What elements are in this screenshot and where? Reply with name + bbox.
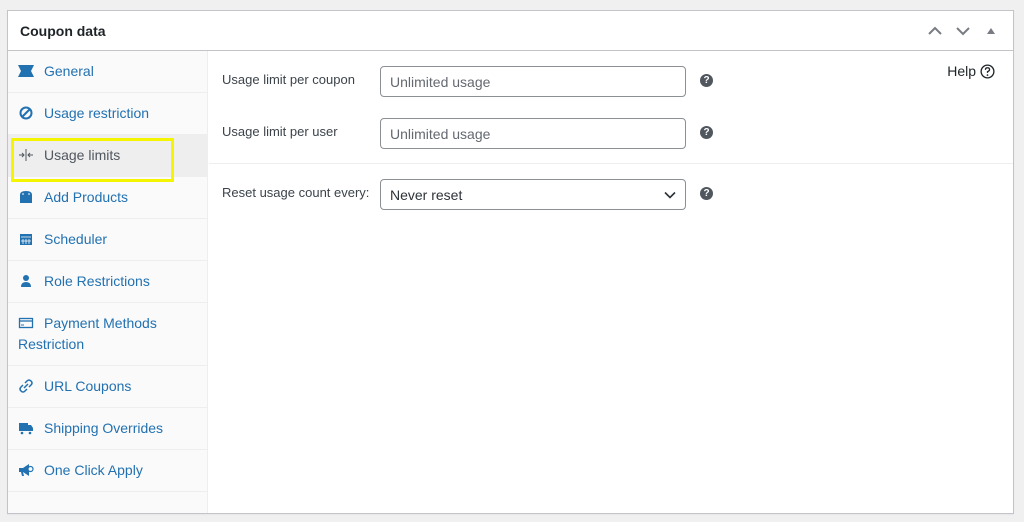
megaphone-icon [19, 464, 34, 476]
sidebar-item-label: Payment Methods Restriction [18, 315, 157, 352]
sidebar-item-usage-restriction[interactable]: Usage restriction [8, 93, 207, 135]
block-icon [19, 106, 33, 120]
usage-limit-per-coupon-row: Usage limit per coupon Unlimited usage ? [222, 66, 713, 97]
usage-limit-per-user-row: Usage limit per user Unlimited usage ? [222, 118, 713, 149]
user-icon [21, 275, 31, 287]
chevron-up-icon [928, 26, 942, 35]
help-link[interactable]: Help [947, 63, 995, 79]
coupon-tabs-sidebar: General Usage restriction Usage limits A… [8, 51, 208, 513]
sidebar-item-shipping-overrides[interactable]: Shipping Overrides [8, 408, 207, 450]
toggle-panel-button[interactable] [977, 17, 1005, 45]
sidebar-item-scheduler[interactable]: Scheduler [8, 219, 207, 261]
sidebar-item-label: Add Products [44, 189, 129, 205]
sidebar-item-label: Role Restrictions [44, 273, 150, 289]
coupon-data-panel: Coupon data General Usage restriction Us… [7, 10, 1014, 514]
sidebar-item-general[interactable]: General [8, 51, 207, 93]
sidebar-item-usage-limits[interactable]: Usage limits [8, 135, 207, 182]
reset-usage-value: Never reset [390, 186, 463, 203]
sidebar-item-role-restrictions[interactable]: Role Restrictions [8, 261, 207, 303]
truck-icon [19, 423, 33, 435]
move-down-button[interactable] [949, 17, 977, 45]
sidebar-item-add-products[interactable]: Add Products [8, 177, 207, 219]
calendar-icon [20, 234, 32, 245]
sidebar-item-one-click-apply[interactable]: One Click Apply [8, 450, 207, 492]
chevron-down-icon [956, 27, 970, 36]
link-icon [19, 379, 33, 393]
section-divider [209, 163, 1013, 164]
ticket-icon [18, 65, 34, 77]
sidebar-item-label: General [44, 63, 94, 79]
panel-header: Coupon data [8, 11, 1013, 51]
usage-limit-per-user-input[interactable]: Unlimited usage [380, 118, 686, 149]
sidebar-item-label: One Click Apply [44, 462, 143, 478]
triangle-up-icon [987, 28, 995, 34]
sidebar-item-url-coupons[interactable]: URL Coupons [8, 366, 207, 408]
help-circle-icon [980, 63, 995, 79]
help-tip-icon[interactable]: ? [700, 187, 713, 200]
credit-card-icon [18, 317, 34, 329]
help-tip-icon[interactable]: ? [700, 126, 713, 139]
usage-limit-per-coupon-label: Usage limit per coupon [222, 72, 355, 87]
usage-limits-panel: Help Usage limit per coupon Unlimited us… [209, 51, 1013, 513]
usage-limit-per-coupon-input[interactable]: Unlimited usage [380, 66, 686, 97]
sidebar-item-label: URL Coupons [44, 378, 132, 394]
sidebar-item-payment-methods-restriction[interactable]: Payment Methods Restriction [8, 303, 207, 366]
reset-usage-label: Reset usage count every: [222, 185, 370, 200]
move-up-button[interactable] [921, 17, 949, 45]
panel-title: Coupon data [20, 22, 106, 39]
reset-usage-row: Reset usage count every: Never reset ? [222, 179, 713, 210]
limits-icon [19, 149, 33, 161]
bag-icon [20, 191, 32, 203]
help-label: Help [947, 63, 976, 79]
sidebar-item-label: Scheduler [44, 231, 108, 247]
reset-usage-select[interactable]: Never reset [380, 179, 686, 210]
help-tip-icon[interactable]: ? [700, 74, 713, 87]
sidebar-item-label: Usage limits [44, 147, 121, 163]
usage-limit-per-user-label: Usage limit per user [222, 124, 338, 139]
sidebar-item-label: Usage restriction [44, 105, 150, 121]
chevron-down-icon [664, 191, 676, 199]
sidebar-item-label: Shipping Overrides [44, 420, 164, 436]
